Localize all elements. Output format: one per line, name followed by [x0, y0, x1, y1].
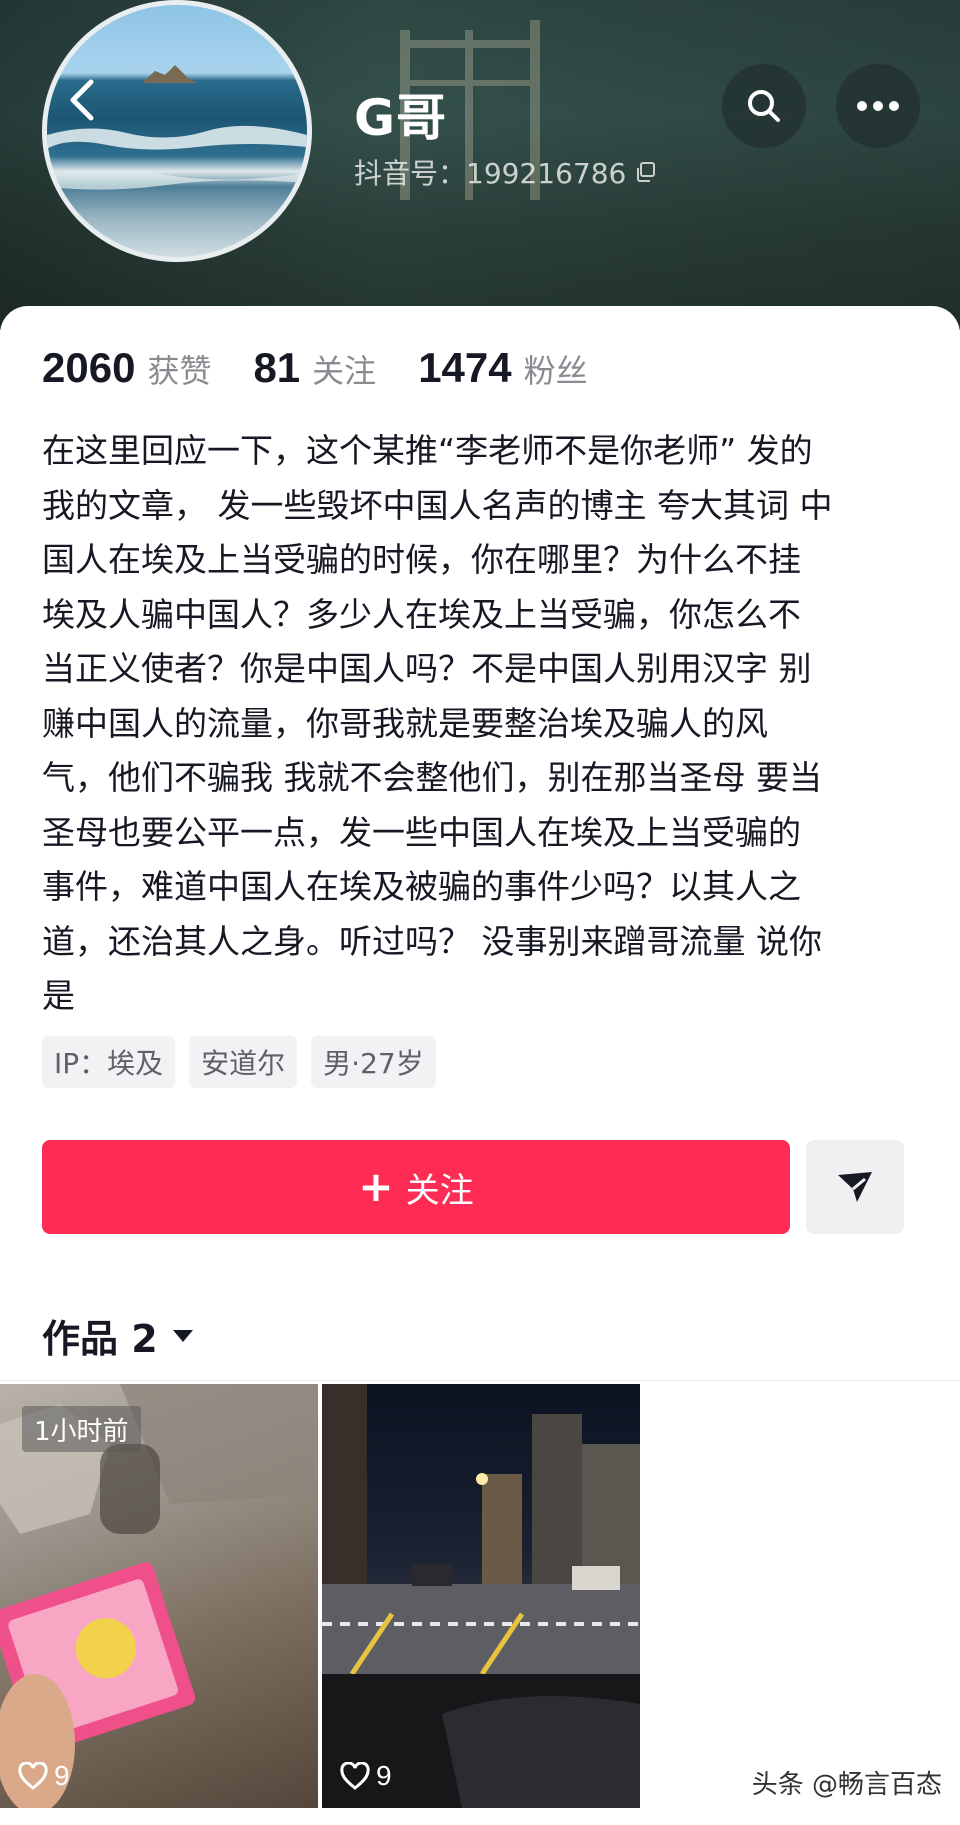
caret-down-icon	[172, 1329, 193, 1342]
bio-text: 在这里回应一下，这个某推“李老师不是你老师” 发的 我的文章， 发一些毁坏中国人…	[42, 424, 922, 1024]
like-count: 9	[18, 1760, 70, 1792]
follow-label: 关注	[405, 1170, 474, 1211]
bio-line: 道，还治其人之身。听过吗？ 没事别来蹭哥流量 说你	[42, 921, 822, 961]
video-thumbnail-2[interactable]: 9	[322, 1384, 640, 1808]
follow-button[interactable]: + 关注	[42, 1140, 790, 1234]
bio-line: 气，他们不骗我 我就不会整他们，别在那当圣母 要当	[42, 758, 822, 797]
bio-line: 赚中国人的流量，你哥我就是要整治埃及骗人的风	[42, 703, 768, 743]
works-label: 作品 2	[42, 1317, 158, 1361]
tag-gender-age: 男·27岁	[311, 1036, 436, 1088]
stat-value: 1474	[418, 344, 512, 391]
bio-line: 当正义使者？你是中国人吗？不是中国人别用汉字 别	[42, 649, 812, 688]
more-dots-icon	[857, 101, 899, 111]
message-button[interactable]	[806, 1140, 904, 1234]
works-tab[interactable]: 作品 2	[42, 1308, 194, 1363]
thumbnail-image	[322, 1384, 640, 1808]
tag-ip-location: IP：埃及	[42, 1036, 176, 1088]
divider	[0, 1380, 960, 1381]
more-button[interactable]	[836, 64, 920, 148]
like-count-value: 9	[376, 1760, 392, 1791]
like-count: 9	[340, 1760, 392, 1792]
stat-label: 获赞	[147, 352, 212, 390]
watermark: 头条 @畅言百态	[751, 1770, 942, 1800]
stat-label: 关注	[312, 352, 377, 390]
stat-following[interactable]: 81 关注	[253, 344, 376, 392]
douyin-id[interactable]: 抖音号：199216786	[354, 152, 658, 192]
stat-value: 2060	[42, 344, 136, 391]
stat-value: 81	[253, 344, 301, 391]
search-icon	[748, 90, 780, 122]
back-button[interactable]	[54, 72, 110, 128]
heart-icon	[18, 1762, 48, 1790]
send-icon	[838, 1172, 872, 1202]
bio-line: 是	[42, 976, 75, 1015]
chevron-left-icon	[70, 79, 94, 121]
stat-followers[interactable]: 1474 粉丝	[418, 344, 587, 392]
bio-line: 国人在埃及上当受骗的时候，你在哪里？为什么不挂	[42, 540, 801, 579]
bio-line: 事件，难道中国人在埃及被骗的事件少吗？以其人之	[42, 867, 801, 906]
copy-icon[interactable]	[634, 160, 658, 184]
bio-line: 埃及人骗中国人？多少人在埃及上当受骗，你怎么不	[42, 594, 801, 634]
user-name: G哥	[354, 89, 448, 147]
tag-region: 安道尔	[189, 1036, 298, 1088]
search-button[interactable]	[722, 64, 806, 148]
avatar[interactable]	[42, 0, 312, 262]
stat-label: 粉丝	[523, 352, 588, 390]
profile-tags: IP：埃及 安道尔 男·27岁	[42, 1036, 436, 1088]
heart-icon	[340, 1762, 370, 1790]
bio-line: 在这里回应一下，这个某推“李老师不是你老师” 发的	[42, 431, 813, 470]
stat-likes[interactable]: 2060 获赞	[42, 344, 211, 392]
plus-icon: +	[358, 1162, 394, 1211]
douyin-id-text: 抖音号：199216786	[354, 157, 627, 190]
stats-row: 2060 获赞 81 关注 1474 粉丝	[42, 344, 630, 392]
like-count-value: 9	[54, 1760, 70, 1791]
bio-line: 圣母也要公平一点，发一些中国人在埃及上当受骗的	[42, 812, 801, 852]
bio-line: 我的文章， 发一些毁坏中国人名声的博主 夸大其词 中	[42, 485, 833, 525]
time-badge: 1小时前	[22, 1406, 141, 1452]
video-thumbnail-1[interactable]: 1小时前 9	[0, 1384, 318, 1808]
